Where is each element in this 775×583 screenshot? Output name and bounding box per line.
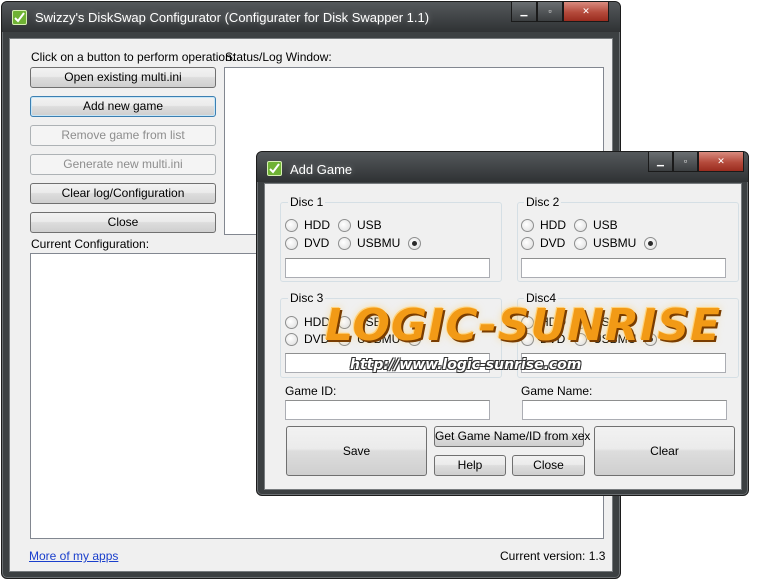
dialog-title: Add Game [290,162,353,177]
dialog-close-window-button[interactable]: ✕ [698,152,744,172]
minimize-button[interactable]: ▁ [511,2,537,22]
disc-1-usbmu-radio[interactable] [338,237,351,250]
disc-2-hdd-radio[interactable] [521,219,534,232]
game-id-label: Game ID: [285,384,337,398]
disc-1-dvd-radio[interactable] [285,237,298,250]
disc-1-hdd-label[interactable]: HDD [304,218,330,232]
disc-2-usb-label[interactable]: USB [593,218,618,232]
close-window-button[interactable]: ✕ [563,2,609,22]
close-button[interactable]: Close [30,212,216,233]
disc-3-label: Disc 3 [288,291,326,305]
dialog-maximize-button[interactable]: ▫ [673,152,698,172]
game-id-input[interactable] [285,400,490,420]
disc-1-usb-radio[interactable] [338,219,351,232]
disc-1-usb-label[interactable]: USB [357,218,382,232]
disc-2-hdd-label[interactable]: HDD [540,218,566,232]
disc-1-usbmu-label[interactable]: USBMU [357,236,400,250]
current-configuration-label: Current Configuration: [31,237,150,251]
dialog-minimize-button[interactable]: ▁ [648,152,673,172]
maximize-button[interactable]: ▫ [537,2,563,22]
disc-1-none-radio[interactable] [408,237,421,250]
dialog-icon [267,161,282,176]
disc-3-hdd-radio[interactable] [285,316,298,329]
game-name-input[interactable] [522,400,727,420]
disc-2-dvd-radio[interactable] [521,237,534,250]
disc-2-usbmu-radio[interactable] [574,237,587,250]
more-apps-link[interactable]: More of my apps [29,549,118,563]
add-new-game-button[interactable]: Add new game [30,96,216,117]
game-name-label: Game Name: [521,384,593,398]
watermark-logo-text: LOGIC-SUNRISE [325,300,722,351]
open-multi-ini-button[interactable]: Open existing multi.ini [30,67,216,88]
disc-3-dvd-radio[interactable] [285,333,298,346]
disc-1-path-input[interactable] [285,258,490,278]
disc-2-usb-radio[interactable] [574,219,587,232]
main-window-title: Swizzy's DiskSwap Configurator (Configur… [35,10,430,25]
get-game-name-button[interactable]: Get Game Name/ID from xex [434,426,590,447]
watermark-url: http://www.logic-sunrise.com [350,357,582,373]
disc-1-label: Disc 1 [288,195,326,209]
disc-2-path-input[interactable] [521,258,726,278]
main-titlebar[interactable]: Swizzy's DiskSwap Configurator (Configur… [2,2,620,32]
disc-2-dvd-label[interactable]: DVD [540,236,565,250]
disc-2-none-radio[interactable] [644,237,657,250]
disc-2-label: Disc 2 [524,195,562,209]
status-log-label: Status/Log Window: [225,50,332,64]
operation-label: Click on a button to perform operation: [31,50,236,64]
app-icon [12,10,27,25]
disc-1-hdd-radio[interactable] [285,219,298,232]
disc-2-usbmu-label[interactable]: USBMU [593,236,636,250]
generate-multi-ini-button[interactable]: Generate new multi.ini [30,154,216,175]
help-button[interactable]: Help [434,455,506,476]
dialog-titlebar[interactable]: Add Game ▁ ▫ ✕ [257,152,748,182]
dialog-close-button[interactable]: Close [512,455,585,476]
version-label: Current version: 1.3 [500,549,606,563]
clear-log-button[interactable]: Clear log/Configuration [30,183,216,204]
remove-game-button[interactable]: Remove game from list [30,125,216,146]
disc-1-dvd-label[interactable]: DVD [304,236,329,250]
clear-button[interactable]: Clear [594,426,735,476]
save-button[interactable]: Save [286,426,427,476]
